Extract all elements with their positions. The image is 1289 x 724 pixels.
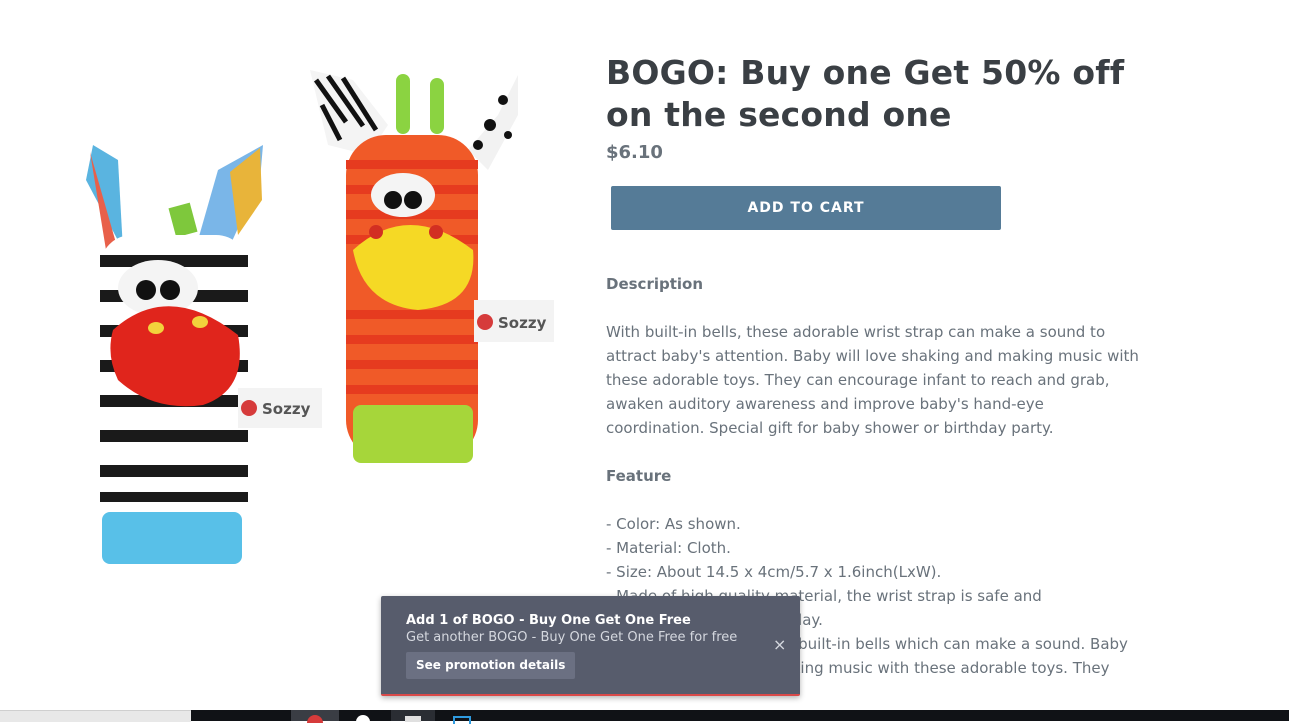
zebra-rattle: Sozzy [86,145,322,564]
zebra-brand-tag: Sozzy [262,400,311,418]
toast-title: Add 1 of BOGO - Buy One Get One Free [406,613,691,628]
product-price: $6.10 [606,142,663,163]
close-icon[interactable]: × [773,635,786,654]
taskbar-app-icon[interactable] [291,710,339,723]
toast-subtitle: Get another BOGO - Buy One Get One Free … [406,630,738,645]
product-info: BOGO: Buy one Get 50% off on the second … [606,52,1146,677]
see-promotion-details-button[interactable]: See promotion details [406,652,576,679]
os-taskbar [191,710,1289,724]
product-title: BOGO: Buy one Get 50% off on the second … [606,53,1125,134]
taskbar-app-icon[interactable] [391,710,435,722]
description-body: With built-in bells, these adorable wris… [606,323,1139,437]
promotion-toast: Add 1 of BOGO - Buy One Get One Free Get… [381,596,800,696]
feature-item: - Material: Cloth. [606,539,731,557]
feature-heading: Feature [606,467,672,485]
taskbar-start-area [0,710,191,722]
taskbar-app-icon[interactable] [449,710,473,724]
description-heading: Description [606,275,704,293]
wrist-rattle-illustration: Sozzy Sozzy [86,70,554,564]
giraffe-brand-tag: Sozzy [498,314,547,332]
chrome-icon [307,715,323,723]
feature-item: - Size: About 14.5 x 4cm/5.7 x 1.6inch(L… [606,563,942,581]
app-icon [453,716,471,724]
product-image[interactable]: Sozzy Sozzy [78,60,558,570]
giraffe-rattle: Sozzy [310,70,554,463]
feature-item: - Color: As shown. [606,515,741,533]
app-icon [356,715,370,723]
taskbar-app-icon[interactable] [351,710,375,723]
add-to-cart-button[interactable]: ADD TO CART [611,186,1001,230]
folder-icon [405,716,421,722]
